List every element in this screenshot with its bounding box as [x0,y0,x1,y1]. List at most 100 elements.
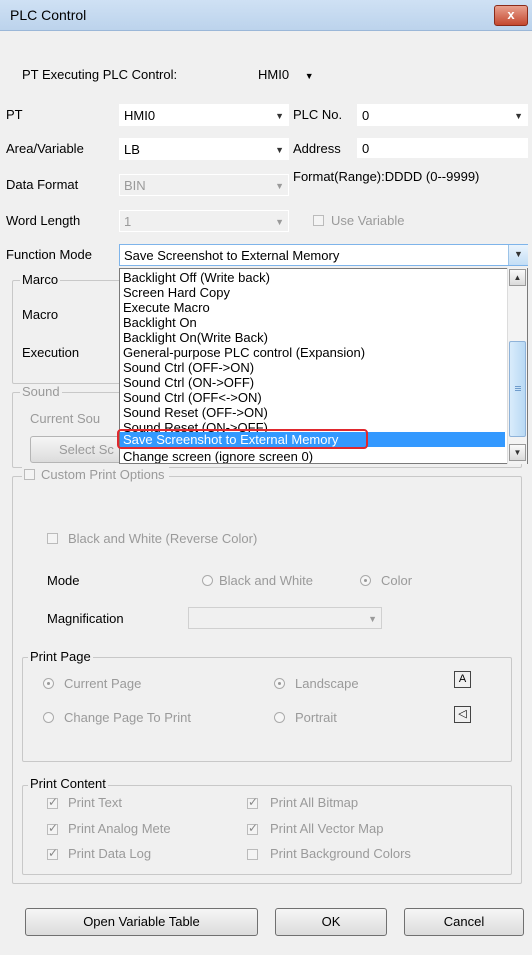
chevron-down-icon: ▼ [304,71,314,81]
print-content-title: Print Content [28,776,108,791]
sound-group-title: Sound [20,384,62,399]
mode-label: Mode [47,573,80,588]
magnification-label: Magnification [47,611,124,626]
area-select[interactable]: LB ▼ [119,138,289,160]
dropdown-button[interactable]: ▼ [508,245,528,265]
pt-label: PT [6,107,23,122]
scroll-down-button[interactable]: ▼ [509,444,526,461]
print-text-label: Print Text [68,795,122,810]
dropdown-scrollbar[interactable]: ▲ ▼ [507,268,527,464]
plc-no-select[interactable]: 0 ▼ [357,104,528,126]
pt-select[interactable]: HMI0 ▼ [119,104,289,126]
custom-print-options-header: Custom Print Options [22,467,169,482]
portrait-label: Portrait [295,710,337,725]
print-all-bitmap-checkbox[interactable] [247,795,258,809]
landscape-icon: A [454,671,471,688]
function-mode-value: Save Screenshot to External Memory [124,248,340,263]
chevron-down-icon: ▼ [275,145,284,155]
word-length-select[interactable]: 1 ▼ [119,210,289,232]
chevron-down-icon: ▼ [513,448,522,457]
macro-label: Macro [22,307,59,322]
list-item[interactable]: Sound Ctrl (ON->OFF) [123,375,254,390]
list-item[interactable]: Sound Ctrl (OFF<->ON) [123,390,262,405]
chevron-down-icon: ▼ [514,111,523,121]
ok-button[interactable]: OK [275,908,387,936]
change-page-radio[interactable] [43,712,54,723]
mode-bw-label: Black and White [219,573,313,588]
list-item[interactable]: General-purpose PLC control (Expansion) [123,345,365,360]
execution-label: Execution [22,345,80,360]
word-length-label: Word Length [6,213,81,228]
address-input[interactable]: 0 [357,138,528,158]
magnification-select[interactable]: ▼ [188,607,382,629]
list-item[interactable]: Execute Macro [123,300,210,315]
print-vector-label: Print All Vector Map [270,821,384,836]
word-length-value: 1 [124,214,132,229]
print-analog-checkbox[interactable] [47,821,58,835]
current-page-label: Current Page [64,676,142,691]
area-label: Area/Variable [6,141,84,156]
custom-print-options-checkbox[interactable] [24,469,35,480]
pt-value: HMI0 [124,108,156,123]
use-variable-checkbox[interactable] [313,215,324,226]
custom-print-options-title: Custom Print Options [41,467,165,482]
list-item[interactable]: Screen Hard Copy [123,285,230,300]
scroll-thumb[interactable] [509,341,526,437]
chevron-down-icon: ▼ [368,614,377,624]
data-format-select[interactable]: BIN ▼ [119,174,289,196]
list-item[interactable]: Change screen (ignore screen 0) [123,449,313,463]
data-format-label: Data Format [6,177,79,192]
list-item[interactable]: Sound Ctrl (OFF->ON) [123,360,254,375]
chevron-down-icon: ▼ [275,217,284,227]
change-page-label: Change Page To Print [64,710,191,725]
black-white-reverse-checkbox[interactable] [47,533,58,544]
print-text-checkbox[interactable] [47,795,58,809]
select-sound-button[interactable]: Select Sc [30,436,130,463]
current-sound-label: Current Sou [30,411,101,426]
mode-bw-radio[interactable] [202,575,213,586]
print-analog-label: Print Analog Mete [68,821,171,836]
macro-group-title: Marco [20,272,61,287]
chevron-down-icon: ▼ [514,249,523,259]
portrait-icon: ◁ [454,706,471,723]
print-data-log-checkbox[interactable] [47,846,58,860]
function-mode-select[interactable]: Save Screenshot to External Memory [119,244,528,266]
format-range-text: Format(Range):DDDD (0--9999) [293,169,480,184]
pt-executing-select[interactable]: HMI0 ▼ [258,67,314,82]
pt-executing-label: PT Executing PLC Control: [22,67,178,82]
mode-color-label: Color [381,573,413,588]
plc-no-label: PLC No. [293,107,343,122]
print-vector-checkbox[interactable] [247,821,258,835]
plc-no-value: 0 [362,108,370,123]
chevron-down-icon: ▼ [275,111,284,121]
cancel-button[interactable]: Cancel [404,908,524,936]
chevron-down-icon: ▼ [275,181,284,191]
window-title: PLC Control [10,7,87,23]
use-variable-label: Use Variable [331,213,405,228]
function-mode-label: Function Mode [6,247,92,262]
open-variable-table-button[interactable]: Open Variable Table [25,908,258,936]
landscape-radio[interactable] [274,678,285,689]
landscape-label: Landscape [295,676,359,691]
current-page-radio[interactable] [43,678,54,689]
address-label: Address [293,141,341,156]
area-value: LB [124,142,140,157]
print-bg-colors-checkbox[interactable] [247,849,258,860]
data-format-value: BIN [124,178,146,193]
black-white-reverse-label: Black and White (Reverse Color) [68,531,258,546]
list-item[interactable]: Sound Reset (OFF->ON) [123,405,268,420]
selection-highlight-annotation [117,429,368,449]
list-item[interactable]: Backlight On [123,315,197,330]
mode-color-radio[interactable] [360,575,371,586]
print-all-bitmap-label: Print All Bitmap [270,795,359,810]
scroll-up-button[interactable]: ▲ [509,269,526,286]
chevron-up-icon: ▲ [513,273,522,282]
portrait-radio[interactable] [274,712,285,723]
close-button[interactable]: x [494,5,528,26]
print-page-title: Print Page [28,649,93,664]
print-bg-colors-label: Print Background Colors [270,846,411,861]
list-item[interactable]: Backlight Off (Write back) [123,270,270,285]
list-item[interactable]: Backlight On(Write Back) [123,330,268,345]
pt-executing-value: HMI0 [258,67,290,82]
print-data-log-label: Print Data Log [68,846,152,861]
